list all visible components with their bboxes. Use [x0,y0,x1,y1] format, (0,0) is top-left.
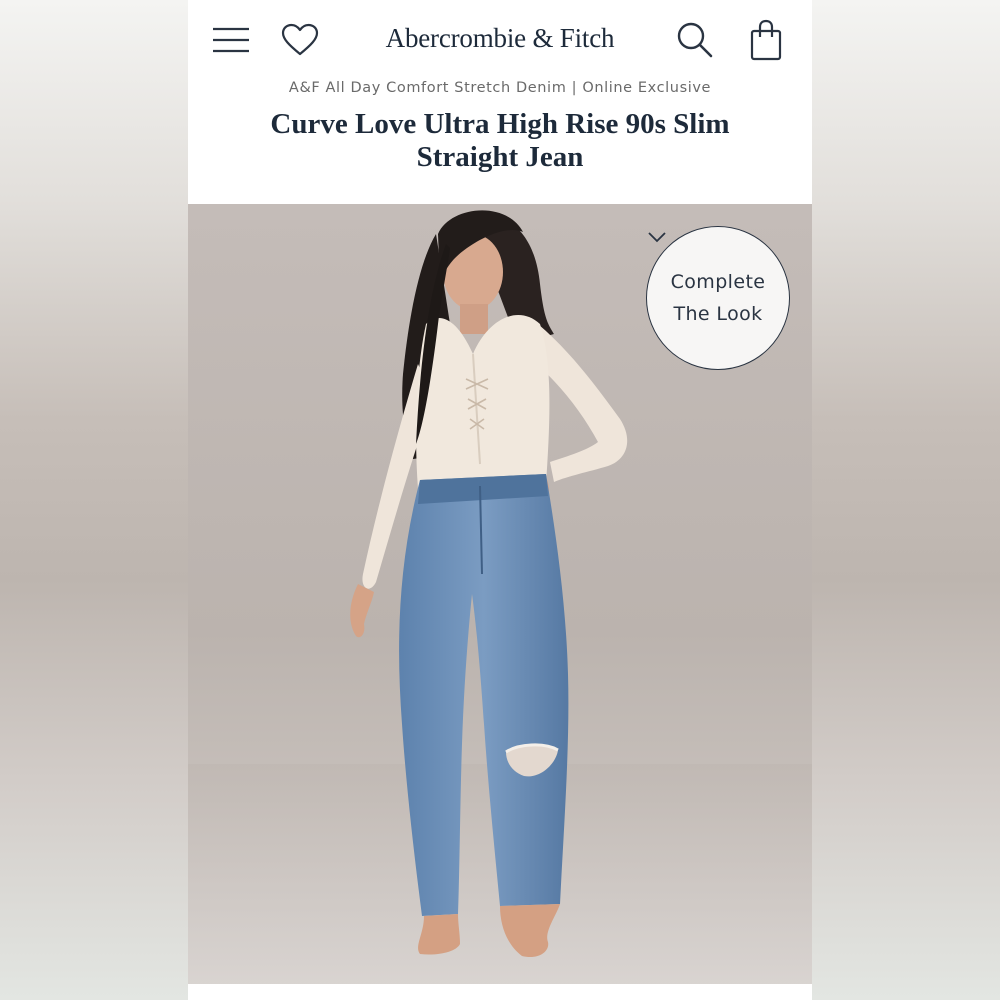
complete-the-look-button[interactable]: Complete The Look [646,226,790,370]
bag-icon [750,19,782,61]
product-collection: A&F All Day Comfort Stretch Denim | Onli… [288,80,712,96]
wishlist-button[interactable] [278,20,322,60]
product-page: Abercrombie & Fitch A&F All Day Comfort … [188,0,812,1000]
menu-icon [213,27,249,53]
background-blur-right [812,0,1000,1000]
shopping-bag-button[interactable] [746,16,786,64]
menu-button[interactable] [208,20,254,60]
background-blur-left [0,0,188,1000]
product-title: Curve Love Ultra High Rise 90s Slim Stra… [270,108,730,173]
complete-the-look-label-line2: The Look [673,303,763,325]
site-header: Abercrombie & Fitch [188,0,812,82]
chevron-down-icon [648,232,666,243]
brand-logo[interactable]: Abercrombie & Fitch [338,18,662,58]
search-button[interactable] [672,18,718,62]
product-image[interactable]: Complete The Look [188,204,812,984]
complete-the-look-label-line1: Complete [670,271,766,293]
heart-icon [281,23,319,56]
page-bottom-strip [188,984,812,1000]
search-icon [677,22,713,58]
